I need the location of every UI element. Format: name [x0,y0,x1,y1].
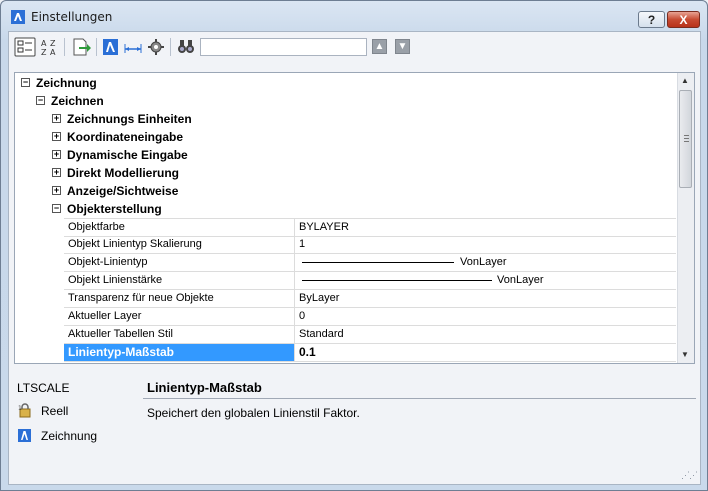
property-name: Objektfarbe [68,221,125,233]
property-name: Aktueller Layer [68,310,142,322]
grip-line [684,141,689,142]
expand-icon[interactable]: + [52,150,61,159]
drawing-scope-icon [18,429,31,442]
property-value[interactable]: VonLayer [460,254,506,271]
tree-node-label: Direkt Modellierung [67,166,180,180]
tree-node-label: Zeichnung [36,76,97,90]
help-button[interactable]: ? [638,11,665,28]
property-row[interactable]: Objektfarbe BYLAYER [64,218,676,237]
description-title: Linientyp-Maßstab [147,380,262,395]
command-name: LTSCALE [17,381,70,395]
expand-icon[interactable]: + [52,132,61,141]
property-row[interactable]: Aktueller Layer 0 [64,308,676,326]
alphabetical-sort-icon[interactable]: A Z Z A [38,37,60,57]
property-name: Objekt-Linientyp [68,256,148,268]
property-value[interactable]: ByLayer [299,290,339,307]
system-settings-icon[interactable] [145,37,167,57]
resize-grip-icon[interactable]: ⋰⋰ [681,470,698,481]
property-name: Objekt Linienstärke [68,274,163,286]
collapse-icon[interactable]: − [36,96,45,105]
property-name: Aktueller Tabellen Stil [68,328,173,340]
collapse-icon[interactable]: − [52,204,61,213]
categorized-view-icon[interactable] [14,37,36,57]
property-value[interactable]: 0.1 [299,344,316,361]
column-divider [294,326,295,343]
toolbar: A Z Z A ▲ ▼ [9,32,700,62]
property-name: Linientyp-Maßstab [68,345,175,359]
expand-icon[interactable]: + [52,186,61,195]
svg-text:Z: Z [41,48,47,57]
toolbar-separator [170,38,171,56]
property-name: Transparenz für neue Objekte [68,292,214,304]
scroll-up-arrow-icon[interactable]: ▲ [681,76,689,85]
description-panel: LTSCALE Linientyp-Maßstab Speichert den … [9,372,700,484]
column-divider [294,344,295,361]
property-row-selected[interactable]: Linientyp-Maßstab 0.1 [64,344,676,362]
svg-text:A: A [50,48,56,57]
tree-node-label: Dynamische Eingabe [67,148,188,162]
column-divider [294,272,295,289]
window-title: Einstellungen [31,10,113,24]
property-value[interactable]: BYLAYER [299,219,349,236]
tree-node-label: Zeichnen [51,94,104,108]
scroll-down-arrow-icon[interactable]: ▼ [681,350,689,359]
dialog-body: A Z Z A ▲ ▼ − Zeichnung − Zeichnen + Zei… [8,31,701,485]
tree-node-label: Zeichnungs Einheiten [67,112,192,126]
svg-text:1: 1 [18,405,22,412]
value-type-label: Reell [41,404,69,418]
column-divider [294,308,295,325]
grip-line [684,138,689,139]
tree-node-label: Anzeige/Sichtweise [67,184,179,198]
next-match-button[interactable]: ▼ [395,39,410,54]
expand-icon[interactable]: + [52,114,61,123]
dimension-icon[interactable] [122,37,144,57]
search-input[interactable] [200,38,367,56]
settings-window: Einstellungen ? X A Z Z A ▲ ▼ − Zeichnun… [0,0,708,491]
property-value[interactable]: Standard [299,326,344,343]
property-row[interactable]: Objekt Linienstärke VonLayer [64,272,676,290]
svg-text:A: A [41,39,47,48]
property-row[interactable]: Transparenz für neue Objekte ByLayer [64,290,676,308]
previous-match-button[interactable]: ▲ [372,39,387,54]
column-divider [294,290,295,307]
property-value[interactable]: VonLayer [497,272,543,289]
scope-label: Zeichnung [41,429,98,443]
scroll-thumb[interactable] [679,90,692,188]
property-row[interactable]: Objekt-Linientyp VonLayer [64,254,676,272]
tree-node-label: Koordinateneingabe [67,130,184,144]
vertical-scrollbar[interactable]: ▲ ▼ [677,73,694,363]
grip-line [684,135,689,136]
lineweight-preview [302,280,492,281]
real-type-icon: 1 [18,403,31,418]
find-icon[interactable] [175,37,197,57]
linetype-preview [302,262,454,263]
property-value[interactable]: 1 [299,236,305,253]
divider [143,398,696,399]
svg-text:Z: Z [50,39,56,48]
tree-node-label: Objekterstellung [67,202,162,216]
column-divider [294,254,295,271]
title-bar[interactable]: Einstellungen ? X [1,1,707,31]
property-row[interactable]: Objekt Linientyp Skalierung 1 [64,236,676,254]
drawing-settings-icon[interactable] [100,37,122,57]
settings-tree: − Zeichnung − Zeichnen + Zeichnungs Einh… [14,72,695,364]
property-value[interactable]: 0 [299,308,305,325]
property-row[interactable]: Aktueller Tabellen Stil Standard [64,326,676,344]
collapse-icon[interactable]: − [21,78,30,87]
export-icon[interactable] [70,37,92,57]
description-text: Speichert den globalen Linienstil Faktor… [147,406,360,420]
app-logo-icon [11,10,25,24]
column-divider [294,236,295,253]
toolbar-separator [96,38,97,56]
close-button[interactable]: X [667,11,700,28]
toolbar-separator [64,38,65,56]
column-divider [294,219,295,236]
property-name: Objekt Linientyp Skalierung [68,238,202,250]
expand-icon[interactable]: + [52,168,61,177]
